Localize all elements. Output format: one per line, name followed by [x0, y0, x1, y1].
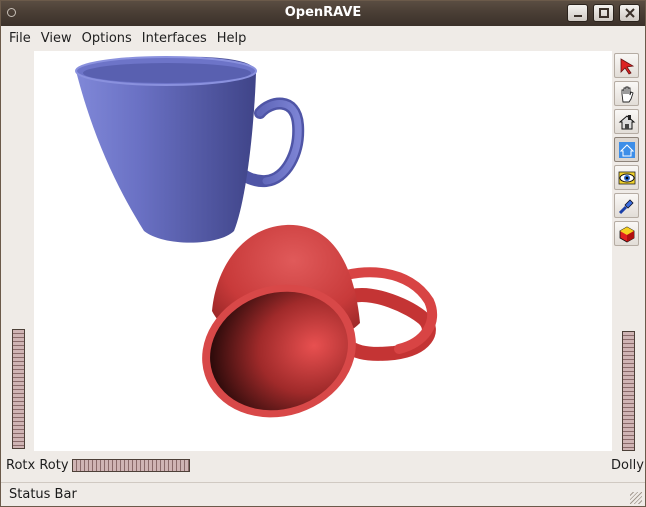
- minimize-icon: [573, 15, 582, 17]
- home-icon: [618, 114, 635, 129]
- maximize-button[interactable]: [593, 4, 614, 22]
- resize-grip-icon[interactable]: [630, 492, 642, 504]
- view-all-icon: [618, 171, 635, 184]
- menu-interfaces[interactable]: Interfaces: [138, 31, 211, 46]
- view-toolbar: [614, 53, 642, 249]
- title-bar[interactable]: OpenRAVE: [1, 1, 645, 26]
- tool-projection[interactable]: [614, 221, 639, 246]
- menu-view[interactable]: View: [37, 31, 76, 46]
- dolly-thumbwheel[interactable]: [622, 331, 635, 451]
- hand-icon: [621, 86, 634, 102]
- tool-view-all[interactable]: [614, 165, 639, 190]
- status-text: Status Bar: [9, 487, 77, 502]
- close-button[interactable]: [619, 4, 640, 22]
- red-mug[interactable]: [185, 224, 438, 437]
- close-icon: [624, 8, 635, 18]
- headlight-icon: [618, 198, 634, 214]
- menu-file[interactable]: File: [5, 31, 35, 46]
- rotation-label: Rotx Roty: [6, 458, 69, 473]
- blue-mug[interactable]: [75, 56, 305, 243]
- maximize-icon: [598, 8, 609, 18]
- rotx-thumbwheel[interactable]: [12, 329, 25, 449]
- roty-thumbwheel[interactable]: [72, 459, 190, 472]
- tool-select[interactable]: [614, 53, 639, 78]
- window-title: OpenRAVE: [284, 5, 362, 20]
- select-arrow-icon: [620, 57, 634, 75]
- menu-bar: File View Options Interfaces Help: [1, 26, 645, 50]
- 3d-viewport[interactable]: [34, 51, 612, 451]
- menu-help[interactable]: Help: [213, 31, 251, 46]
- status-bar: Status Bar: [1, 482, 645, 506]
- tool-pan[interactable]: [614, 81, 639, 106]
- menu-options[interactable]: Options: [78, 31, 136, 46]
- minimize-button[interactable]: [567, 4, 588, 22]
- scene-render: [75, 56, 438, 437]
- tool-set-home[interactable]: [614, 137, 639, 162]
- tool-seek[interactable]: [614, 193, 639, 218]
- dolly-label: Dolly: [611, 458, 644, 473]
- app-window: OpenRAVE File View Options Interfaces He…: [0, 0, 646, 507]
- set-home-icon: [618, 141, 635, 158]
- tool-home[interactable]: [614, 109, 639, 134]
- projection-icon: [619, 226, 634, 242]
